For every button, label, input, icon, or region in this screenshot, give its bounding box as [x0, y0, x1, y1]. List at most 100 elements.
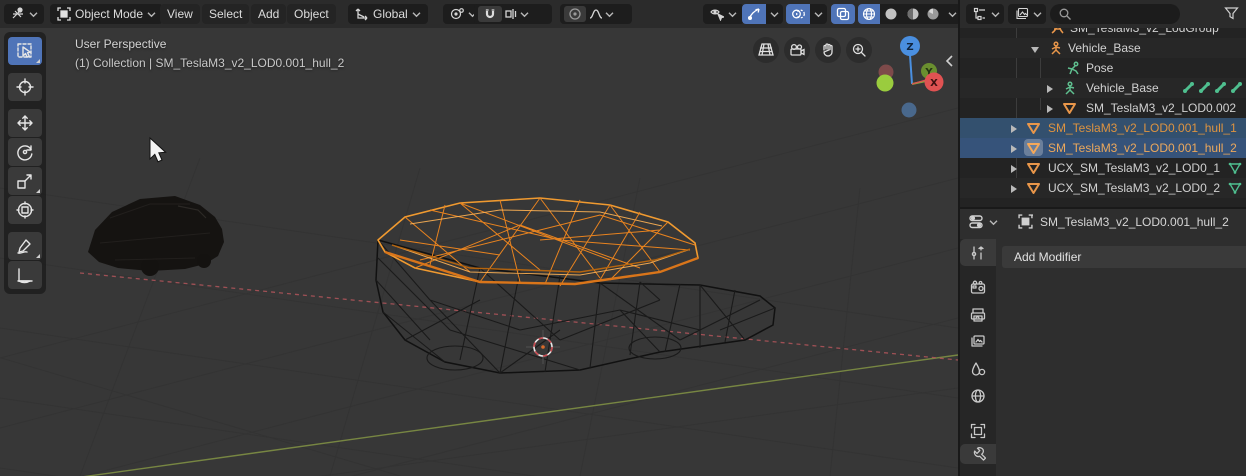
- gizmos-toggle[interactable]: [742, 4, 766, 24]
- gizmo-group: [742, 4, 783, 24]
- tool-measure[interactable]: [8, 261, 42, 289]
- expand-icon[interactable]: [1044, 104, 1054, 114]
- expand-icon[interactable]: [1008, 184, 1018, 194]
- pan-view-button[interactable]: [815, 37, 841, 63]
- selected-hull-wireframe[interactable]: [376, 197, 699, 287]
- mode-dropdown[interactable]: Object Mode: [50, 4, 164, 24]
- outliner-row-vehicle-base[interactable]: Vehicle_Base: [960, 38, 1246, 58]
- tab-view-layer[interactable]: [960, 328, 996, 355]
- bone-icons: [1182, 81, 1243, 94]
- outliner-search[interactable]: [1050, 4, 1180, 24]
- snap-toggle[interactable]: [478, 6, 502, 22]
- menu-select[interactable]: Select: [202, 4, 250, 24]
- tool-submenu-indicator: [36, 189, 40, 193]
- 3d-viewport[interactable]: Y Z X User Perspective (1) Collection | …: [0, 28, 958, 476]
- mesh-icon: [1027, 123, 1040, 134]
- add-modifier-dropdown[interactable]: Add Modifier: [1002, 246, 1246, 268]
- expand-icon[interactable]: [1008, 144, 1018, 154]
- xray-toggle[interactable]: [831, 4, 855, 24]
- gizmos-dropdown[interactable]: [766, 11, 783, 18]
- outliner-row-hull-2[interactable]: SM_TeslaM3_v2_LOD0.001_hull_2: [960, 138, 1246, 158]
- mode-label: Object Mode: [75, 7, 144, 21]
- expand-icon[interactable]: [1008, 124, 1018, 134]
- snap-group: [474, 4, 552, 24]
- gizmo-x-label: X: [930, 78, 938, 89]
- tool-submenu-indicator: [36, 59, 40, 63]
- zoom-view-button[interactable]: [846, 37, 872, 63]
- tab-object[interactable]: [960, 417, 996, 444]
- mesh-icon: [1027, 183, 1040, 194]
- filter-funnel-icon: [1224, 7, 1239, 20]
- blender-window: Object Mode View Select Add Object Globa…: [0, 0, 1246, 476]
- outliner-row-pose[interactable]: Pose: [960, 58, 1246, 78]
- object-mode-icon: [57, 7, 71, 21]
- orthographic-grid-icon: [758, 43, 774, 56]
- shading-wireframe-button[interactable]: [858, 4, 880, 24]
- empty-orange-icon: [1051, 28, 1064, 34]
- pose-icon: [1067, 61, 1079, 75]
- menu-object[interactable]: Object: [287, 4, 336, 24]
- floor-grid: [0, 107, 958, 476]
- xray-icon: [836, 7, 850, 21]
- object-icon: [1018, 214, 1033, 229]
- right-panel-column: SM_TeslaM3_v2_LodGroup Vehicle_Base Pose…: [958, 0, 1246, 476]
- object-visibility-dropdown[interactable]: [703, 4, 744, 24]
- viewport-scene: Y Z X: [0, 36, 958, 476]
- chevron-down-icon: [991, 11, 1000, 17]
- menu-add[interactable]: Add: [251, 4, 287, 24]
- snap-target-icon: [505, 9, 517, 19]
- tool-cursor[interactable]: [8, 73, 42, 101]
- camera-view-button[interactable]: [784, 37, 810, 63]
- display-mode-dropdown[interactable]: [1008, 4, 1046, 24]
- tool-select-box[interactable]: [8, 37, 42, 65]
- mesh-icon: [1027, 163, 1040, 174]
- outliner-row-lodgroup[interactable]: SM_TeslaM3_v2_LodGroup: [960, 28, 1246, 38]
- chevron-down-icon: [147, 11, 156, 17]
- falloff-dropdown[interactable]: [589, 7, 614, 21]
- shading-rendered-button[interactable]: [924, 4, 944, 24]
- tool-move[interactable]: [8, 109, 42, 137]
- navigation-gizmo[interactable]: Y Z X: [876, 36, 944, 118]
- tab-tool[interactable]: [960, 239, 996, 266]
- gizmo-neg-y-ball[interactable]: [876, 74, 894, 92]
- expand-icon[interactable]: [1044, 84, 1054, 94]
- tool-annotate[interactable]: [8, 232, 42, 260]
- tab-render[interactable]: [960, 274, 996, 301]
- overlays-toggle[interactable]: [786, 4, 810, 24]
- editor-type-selector[interactable]: [4, 4, 44, 24]
- menu-view[interactable]: View: [160, 4, 200, 24]
- shading-solid-button[interactable]: [880, 4, 902, 24]
- transform-orientation-dropdown[interactable]: Global: [348, 4, 428, 24]
- proportional-editing-toggle[interactable]: [564, 6, 586, 22]
- outliner-row-hull-1[interactable]: SM_TeslaM3_v2_LOD0.001_hull_1: [960, 118, 1246, 138]
- viewport-editor-icon: [12, 7, 23, 19]
- tab-output[interactable]: [960, 301, 996, 328]
- shading-material-button[interactable]: [902, 4, 924, 24]
- outliner-editor-selector[interactable]: [966, 4, 1004, 24]
- properties-editor-selector[interactable]: [968, 214, 998, 230]
- gizmo-neg-z-ball[interactable]: [901, 102, 917, 118]
- expand-icon[interactable]: [1008, 164, 1018, 174]
- tool-rotate[interactable]: [8, 138, 42, 166]
- tab-modifiers[interactable]: [960, 444, 996, 464]
- outliner-row-lod0-002[interactable]: SM_TeslaM3_v2_LOD0.002: [960, 98, 1246, 118]
- outliner-row-vehicle-base-pose[interactable]: Vehicle_Base: [960, 78, 1246, 98]
- sidebar-collapse-icon[interactable]: [945, 55, 953, 67]
- tool-scale[interactable]: [8, 167, 42, 195]
- snap-target-dropdown[interactable]: [504, 7, 529, 21]
- snap-magnet-icon: [485, 9, 495, 19]
- filter-button[interactable]: [1224, 6, 1239, 24]
- tab-world[interactable]: [960, 382, 996, 409]
- tool-transform[interactable]: [8, 196, 42, 224]
- bone-icon: [1231, 82, 1242, 93]
- outliner-row-ucx-1[interactable]: UCX_SM_TeslaM3_v2_LOD0_1: [960, 158, 1246, 178]
- chevron-down-icon: [29, 11, 38, 17]
- tab-scene[interactable]: [960, 355, 996, 382]
- outliner-row-ucx-2[interactable]: UCX_SM_TeslaM3_v2_LOD0_2: [960, 178, 1246, 198]
- properties-tabs: [960, 239, 996, 476]
- overlays-dropdown[interactable]: [810, 11, 827, 18]
- collapse-icon[interactable]: [1030, 44, 1040, 54]
- dark-car-mesh[interactable]: [88, 196, 224, 276]
- overlays-icon: [792, 9, 805, 19]
- toggle-orthographic-button[interactable]: [753, 37, 779, 63]
